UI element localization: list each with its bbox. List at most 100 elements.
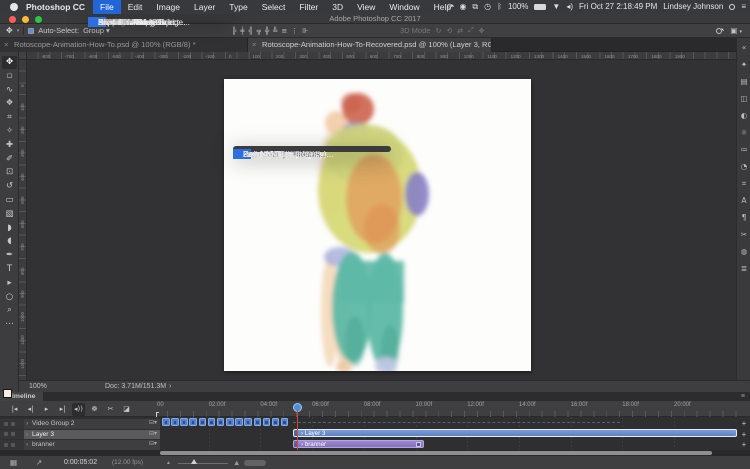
timeline-scroll-handle[interactable] xyxy=(244,459,266,466)
tab-close-icon[interactable]: × xyxy=(4,38,8,52)
collapse-panels-icon[interactable]: « xyxy=(738,42,750,54)
timeline-panel-menu-icon[interactable]: ≡ xyxy=(741,392,745,401)
menubar-item-layer[interactable]: Layer xyxy=(187,0,222,14)
zoom-out-mountain-icon[interactable]: ▲ xyxy=(166,460,171,466)
export-menu-item-zoomify[interactable]: Zoomify... xyxy=(233,149,278,159)
video-clip-segment[interactable] xyxy=(244,418,252,426)
3d-mode-icon-4[interactable]: ✥ xyxy=(479,27,485,35)
user-menu[interactable]: Lindsey Johnson xyxy=(663,0,723,14)
menubar-item-file[interactable]: File xyxy=(93,0,121,14)
menu-bar-clock[interactable]: Fri Oct 27 2:18:49 PM xyxy=(579,0,657,14)
auto-select-checkbox[interactable] xyxy=(28,27,35,34)
app-menu-title[interactable]: Photoshop CC xyxy=(26,0,93,14)
vertical-ruler[interactable]: 0 100 200 300 400 500 600 700 800 900 1000 1100 1200 xyxy=(19,60,27,380)
eraser-tool[interactable]: ▭ xyxy=(2,194,17,207)
zoom-level-field[interactable]: 100% xyxy=(29,381,47,392)
menubar-item-select[interactable]: Select xyxy=(255,0,293,14)
history-panel-icon[interactable]: ◔ xyxy=(738,161,750,173)
menubar-item-edit[interactable]: Edit xyxy=(121,0,150,14)
video-clip-segment[interactable] xyxy=(253,418,262,426)
status-popup-arrow[interactable]: › xyxy=(169,381,171,392)
video-clip-segment[interactable] xyxy=(226,418,234,426)
video-clip-segment[interactable] xyxy=(162,418,170,426)
document-tab-2[interactable]: × Rotoscope-Animation-How-To-Recovered.ps… xyxy=(248,38,492,52)
swatches-panel-icon[interactable]: ◫ xyxy=(738,93,750,105)
adjustments-panel-icon[interactable]: ◐ xyxy=(738,110,750,122)
previous-frame-button[interactable]: ◂| xyxy=(24,403,37,416)
video-clip-segment[interactable] xyxy=(189,418,197,426)
split-at-playhead-button[interactable]: ✂ xyxy=(104,403,117,416)
clone-source-panel-icon[interactable]: ✂ xyxy=(738,229,750,241)
3d-mode-icon-1[interactable]: ⟲ xyxy=(446,27,452,35)
apple-menu-icon[interactable] xyxy=(10,3,18,11)
mute-audio-button[interactable]: ◂)) xyxy=(72,402,85,416)
menubar-item-filter[interactable]: Filter xyxy=(292,0,325,14)
crop-tool[interactable]: ⌗ xyxy=(2,111,17,124)
menubar-item-type[interactable]: Type xyxy=(222,0,254,14)
ruler-origin-corner[interactable] xyxy=(19,52,27,60)
pen-tool[interactable]: ✒ xyxy=(2,249,17,262)
layers-panel-icon[interactable]: ≣ xyxy=(738,263,750,275)
brush-tool[interactable]: ✐ xyxy=(2,153,17,166)
clip-branner[interactable]: › branner xyxy=(293,439,424,448)
video-clip-segment[interactable] xyxy=(171,418,179,426)
clip-layer-3[interactable]: › Layer 3 xyxy=(293,428,737,437)
track-header-video-group-2[interactable]: › Video Group 2 ⊟▾ xyxy=(24,419,160,429)
align-icon-3[interactable]: ╦ xyxy=(257,27,261,35)
character-panel-icon[interactable]: A xyxy=(738,195,750,207)
styles-panel-icon[interactable]: ☼ xyxy=(738,127,750,139)
document-canvas[interactable] xyxy=(224,79,531,371)
horizontal-ruler[interactable]: -800 -700 -600 -500 -400 -300 -200 -100 0 100 200 3… xyxy=(27,52,736,60)
move-tool[interactable]: ✥ xyxy=(2,56,17,69)
menubar-item-view[interactable]: View xyxy=(350,0,382,14)
marquee-tool[interactable]: ▫ xyxy=(2,70,17,83)
next-frame-button[interactable]: ▸| xyxy=(56,403,69,416)
tab-close-icon[interactable]: × xyxy=(252,38,256,52)
play-button[interactable]: ▸ xyxy=(40,403,53,416)
color-panel-icon[interactable]: ▤ xyxy=(738,76,750,88)
video-clip-segment[interactable] xyxy=(198,418,207,426)
dodge-tool[interactable]: ◖ xyxy=(2,235,17,248)
brush-panel-icon[interactable]: ◍ xyxy=(738,246,750,258)
edit-toolbar[interactable]: ⋯ xyxy=(2,318,17,331)
track-header-layer-3[interactable]: › Layer 3 ⊟▾ xyxy=(24,429,160,439)
history-brush-tool[interactable]: ↺ xyxy=(2,180,17,193)
track-header-branner[interactable]: › branner ⊟▾ xyxy=(24,440,160,450)
blur-tool[interactable]: ◗ xyxy=(2,222,17,235)
3d-mode-icon-0[interactable]: ↻ xyxy=(435,27,441,35)
bluetooth-icon[interactable]: ᛒ xyxy=(497,0,502,14)
align-icon-2[interactable]: ╣ xyxy=(248,27,252,35)
clock-icon[interactable]: ◷ xyxy=(484,0,491,14)
video-clip-segment[interactable] xyxy=(216,418,225,426)
type-tool[interactable]: T xyxy=(2,263,17,276)
path-selection-tool[interactable]: ▸ xyxy=(2,277,17,290)
timeline-zoom-slider-thumb[interactable] xyxy=(191,459,197,464)
video-clip-segment[interactable] xyxy=(262,418,271,426)
lasso-tool[interactable]: ∿ xyxy=(2,84,17,97)
render-settings-button[interactable]: ☸ xyxy=(88,403,101,416)
menubar-item-3d[interactable]: 3D xyxy=(325,0,350,14)
battery-icon[interactable] xyxy=(534,4,547,10)
3d-mode-icon-3[interactable]: ⤢ xyxy=(468,27,474,35)
add-media-button[interactable]: + xyxy=(740,419,748,429)
align-icon-5[interactable]: ╩ xyxy=(273,27,277,35)
3d-mode-icon-2[interactable]: ⇄ xyxy=(457,27,463,35)
clone-stamp-tool[interactable]: ⊡ xyxy=(2,166,17,179)
align-icon-8[interactable]: ⊪ xyxy=(302,27,308,35)
align-icon-6[interactable]: ≡ xyxy=(281,27,287,35)
paragraph-panel-icon[interactable]: ¶ xyxy=(738,212,750,224)
add-media-button[interactable]: + xyxy=(740,440,748,450)
wifi-icon[interactable]: ▼ xyxy=(552,0,560,14)
displays-icon[interactable]: ⧉ xyxy=(472,0,478,14)
spotlight-search-icon[interactable] xyxy=(729,4,736,10)
menubar-item-window[interactable]: Window xyxy=(382,0,426,14)
align-icon-7[interactable]: ⋮ xyxy=(291,27,298,35)
flatten-frames-icon[interactable]: ↗ xyxy=(36,456,42,469)
menubar-item-image[interactable]: Image xyxy=(149,0,187,14)
volume-icon[interactable]: ◂) xyxy=(566,0,573,14)
frame-grid-icon[interactable]: ▦ xyxy=(10,456,17,469)
healing-brush-tool[interactable]: ✚ xyxy=(2,139,17,152)
transition-button[interactable]: ◪ xyxy=(120,403,133,416)
video-clip-segment[interactable] xyxy=(271,418,280,426)
video-clip-segment[interactable] xyxy=(180,418,188,426)
